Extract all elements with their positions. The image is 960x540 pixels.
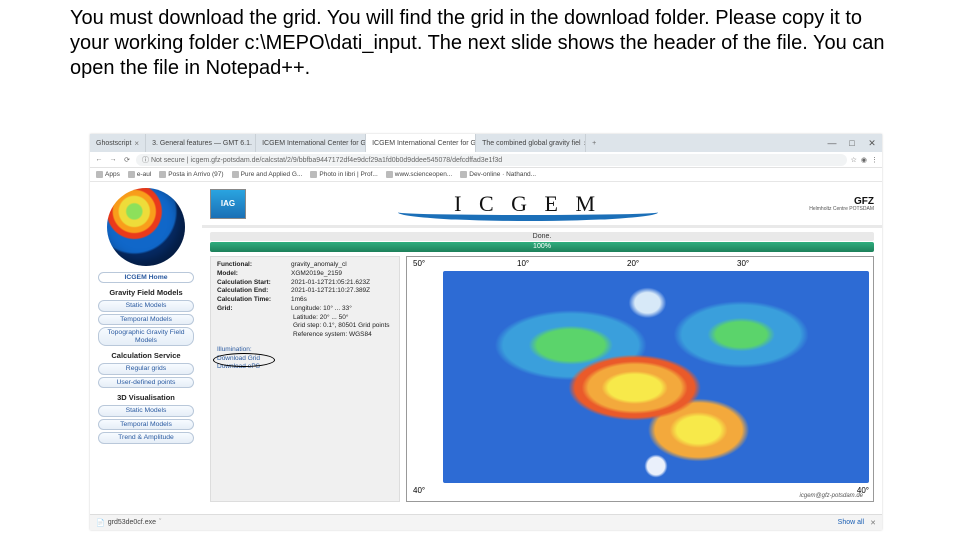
tab-1[interactable]: 3. General features — GMT 6.1.× [146, 134, 256, 152]
file-icon: 📄 [96, 519, 105, 527]
maximize-button[interactable]: □ [842, 138, 862, 149]
slide-instruction-text: You must download the grid. You will fin… [0, 0, 960, 85]
sidebar-item-temporal-models[interactable]: Temporal Models [98, 314, 194, 325]
page-icon [460, 171, 467, 178]
grid-icon [96, 171, 103, 178]
main-panel: IAG I C G E M GFZ Helmholtz Centre POTSD… [202, 182, 882, 514]
sidebar-item-3d-temporal[interactable]: Temporal Models [98, 419, 194, 430]
bookmark-1[interactable]: e-aul [128, 171, 151, 178]
sidebar-item-3d-trend[interactable]: Trend & Amplitude [98, 432, 194, 443]
map-image [443, 271, 869, 483]
sidebar-head-3d: 3D Visualisation [90, 390, 202, 403]
sidebar-item-user-points[interactable]: User-defined points [98, 377, 194, 388]
tick-top-20: 20° [627, 259, 639, 268]
page-content: ICGEM Home Gravity Field Models Static M… [90, 182, 882, 514]
bookmark-3[interactable]: Pure and Applied G... [232, 171, 303, 178]
download-shelf: 📄 grd53de0cf.exe ˇ Show all ✕ [90, 514, 882, 530]
forward-button[interactable]: → [108, 156, 118, 163]
sidebar-head-models: Gravity Field Models [90, 285, 202, 298]
apps-button[interactable]: Apps [96, 171, 120, 178]
tick-top-10: 10° [517, 259, 529, 268]
swoosh-icon [398, 211, 658, 221]
page-icon [310, 171, 317, 178]
download-links: Illumination: Download Grid Download ePS [217, 346, 393, 372]
close-button[interactable]: ✕ [862, 138, 882, 149]
bookmark-6[interactable]: Dev-online · Nathand... [460, 171, 536, 178]
contact-email: icgem@gfz-potsdam.de [800, 493, 863, 499]
profile-icon[interactable]: ◉ [861, 156, 867, 164]
close-shelf-button[interactable]: ✕ [870, 519, 876, 527]
page-icon [232, 171, 239, 178]
globe-logo [107, 188, 185, 266]
tick-top-50: 50° [413, 259, 425, 268]
gravity-map: 50° 10° 20° 30° 50° 40° 40° icgem@gfz-po… [406, 256, 874, 502]
url-field[interactable]: ⓘ Not secure | icgem.gfz-potsdam.de/calc… [136, 154, 847, 166]
sidebar-item-3d-static[interactable]: Static Models [98, 405, 194, 416]
tab-2[interactable]: ICGEM International Center for G× [256, 134, 366, 152]
bookmarks-bar: Apps e-aul Posta in Arrivo (97) Pure and… [90, 168, 882, 182]
sidebar-item-regular-grids[interactable]: Regular grids [98, 363, 194, 374]
sidebar-item-static-models[interactable]: Static Models [98, 300, 194, 311]
sidebar: ICGEM Home Gravity Field Models Static M… [90, 182, 202, 514]
tab-3[interactable]: ICGEM International Center for G× [366, 134, 476, 152]
tab-0[interactable]: Ghostscript× [90, 134, 146, 152]
bookmark-star-icon[interactable]: ☆ [851, 156, 857, 164]
result-row: Functional:gravity_anomaly_cl Model:XGM2… [210, 256, 874, 502]
minimize-button[interactable]: — [822, 138, 842, 149]
show-all-downloads[interactable]: Show all [838, 519, 864, 526]
close-icon[interactable]: × [134, 139, 139, 148]
progress-bar: 100% [210, 242, 874, 252]
new-tab-button[interactable]: + [586, 140, 602, 147]
window-controls: — □ ✕ [822, 138, 882, 149]
bookmark-5[interactable]: www.scienceopen... [386, 171, 452, 178]
sidebar-head-calc: Calculation Service [90, 348, 202, 361]
page-header: IAG I C G E M GFZ Helmholtz Centre POTSD… [202, 182, 882, 228]
menu-icon[interactable]: ⋮ [871, 156, 878, 164]
back-button[interactable]: ← [94, 156, 104, 163]
tab-4[interactable]: The combined global gravity fiel× [476, 134, 586, 152]
reload-button[interactable]: ⟳ [122, 156, 132, 164]
page-icon [159, 171, 166, 178]
bookmark-4[interactable]: Photo in libri | Prof... [310, 171, 377, 178]
page-icon [128, 171, 135, 178]
status-done: Done. [210, 232, 874, 241]
download-item[interactable]: 📄 grd53de0cf.exe ˇ [96, 519, 161, 527]
sidebar-item-topo-models[interactable]: Topographic Gravity Field Models [98, 327, 194, 346]
page-icon [386, 171, 393, 178]
gfz-logo: GFZ Helmholtz Centre POTSDAM [809, 196, 874, 212]
tick-top-30: 30° [737, 259, 749, 268]
download-grid-link[interactable]: Download Grid [217, 355, 260, 364]
browser-screenshot: Ghostscript× 3. General features — GMT 6… [90, 134, 882, 530]
titlebar: Ghostscript× 3. General features — GMT 6… [90, 134, 882, 152]
tick-left-40: 40° [413, 486, 425, 495]
page-title: I C G E M [246, 191, 809, 217]
bookmark-2[interactable]: Posta in Arrivo (97) [159, 171, 223, 178]
iag-logo: IAG [210, 189, 246, 219]
sidebar-home[interactable]: ICGEM Home [98, 272, 194, 283]
calc-metadata: Functional:gravity_anomaly_cl Model:XGM2… [210, 256, 400, 502]
chevron-down-icon[interactable]: ˇ [159, 519, 161, 526]
address-bar: ← → ⟳ ⓘ Not secure | icgem.gfz-potsdam.d… [90, 152, 882, 168]
